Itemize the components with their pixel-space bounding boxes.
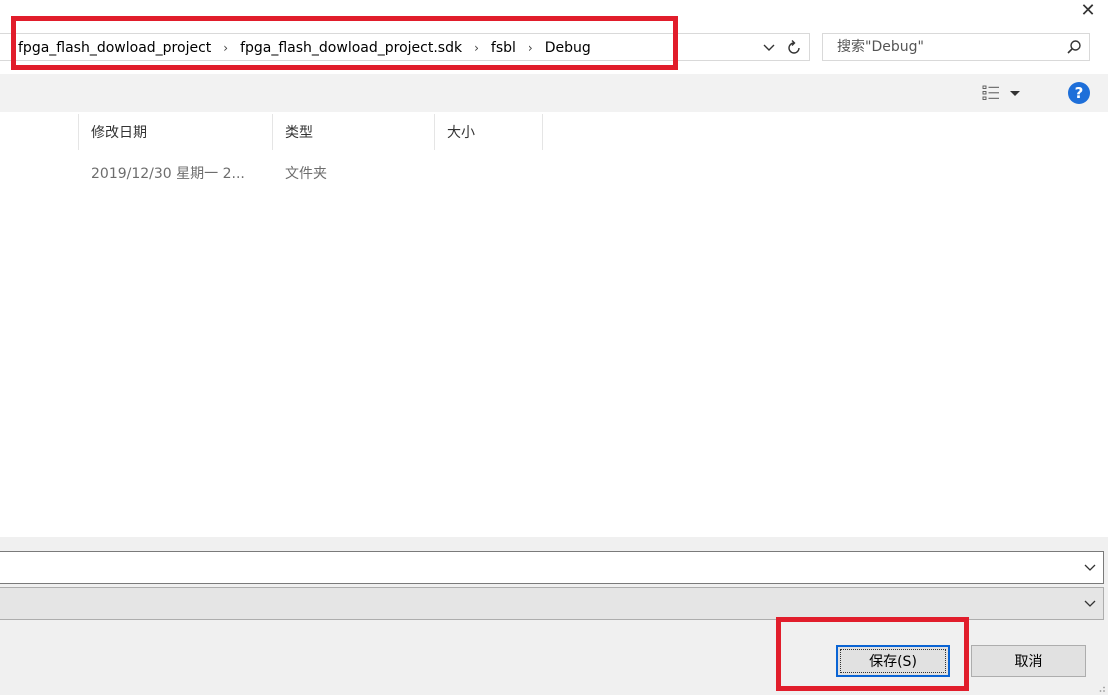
- search-icon[interactable]: [1065, 38, 1083, 56]
- column-header-date-label: 修改日期: [91, 125, 147, 141]
- refresh-button[interactable]: [783, 38, 805, 58]
- footer-panel: 保存(S) 取消: [0, 537, 1108, 695]
- filetype-dropdown-button[interactable]: [1081, 594, 1099, 614]
- breadcrumb-separator-icon[interactable]: ›: [464, 41, 489, 55]
- list-item[interactable]: 2019/12/30 星期一 2... 文件夹: [0, 156, 700, 190]
- help-icon: ?: [1074, 84, 1084, 102]
- caret-down-icon: [1010, 91, 1020, 96]
- close-button[interactable]: ✕: [1068, 0, 1108, 22]
- column-header-date[interactable]: 修改日期: [79, 114, 273, 150]
- close-icon: ✕: [1080, 0, 1096, 21]
- filename-combobox[interactable]: [0, 551, 1104, 584]
- toolbar: ?: [0, 74, 1108, 112]
- breadcrumb-item-project[interactable]: fpga_flash_dowload_project: [16, 40, 213, 56]
- breadcrumb-item-sdk[interactable]: fpga_flash_dowload_project.sdk: [238, 40, 464, 56]
- column-headers: 修改日期 类型 大小: [0, 114, 1108, 150]
- search-box: [822, 33, 1090, 61]
- address-bar[interactable]: fpga_flash_dowload_project › fpga_flash_…: [0, 33, 810, 61]
- chevron-down-icon: [1084, 564, 1096, 571]
- address-row: fpga_flash_dowload_project › fpga_flash_…: [0, 30, 1108, 66]
- address-history-button[interactable]: [760, 38, 778, 58]
- cancel-button[interactable]: 取消: [971, 645, 1086, 677]
- change-view-button[interactable]: [982, 83, 1028, 103]
- view-options-icon: [982, 85, 999, 100]
- filename-dropdown-button[interactable]: [1081, 558, 1099, 578]
- save-dialog: ✕ fpga_flash_dowload_project › fpga_flas…: [0, 0, 1108, 695]
- save-button-focus: 保存(S): [840, 649, 946, 673]
- chevron-down-icon: [763, 44, 775, 51]
- chevron-down-icon: [1084, 600, 1096, 607]
- refresh-icon: [788, 40, 800, 54]
- save-button[interactable]: 保存(S): [836, 645, 950, 677]
- column-header-size[interactable]: 大小: [435, 114, 543, 150]
- search-input[interactable]: [837, 34, 1047, 60]
- breadcrumb-separator-icon[interactable]: ›: [518, 41, 543, 55]
- resize-grip-icon[interactable]: [1096, 683, 1106, 693]
- breadcrumb: fpga_flash_dowload_project › fpga_flash_…: [16, 34, 593, 62]
- breadcrumb-item-debug[interactable]: Debug: [543, 40, 593, 56]
- column-header-type-label: 类型: [285, 125, 313, 141]
- column-header-name[interactable]: [0, 114, 79, 150]
- save-button-label: 保存(S): [869, 654, 917, 670]
- breadcrumb-separator-icon[interactable]: ›: [213, 41, 238, 55]
- column-header-type[interactable]: 类型: [273, 114, 435, 150]
- help-button[interactable]: ?: [1068, 82, 1090, 104]
- filetype-select[interactable]: [0, 587, 1104, 620]
- file-type: 文件夹: [285, 166, 327, 182]
- file-date: 2019/12/30 星期一 2...: [91, 166, 245, 182]
- column-header-size-label: 大小: [447, 125, 475, 141]
- breadcrumb-item-fsbl[interactable]: fsbl: [489, 40, 518, 56]
- cancel-button-label: 取消: [1014, 654, 1043, 670]
